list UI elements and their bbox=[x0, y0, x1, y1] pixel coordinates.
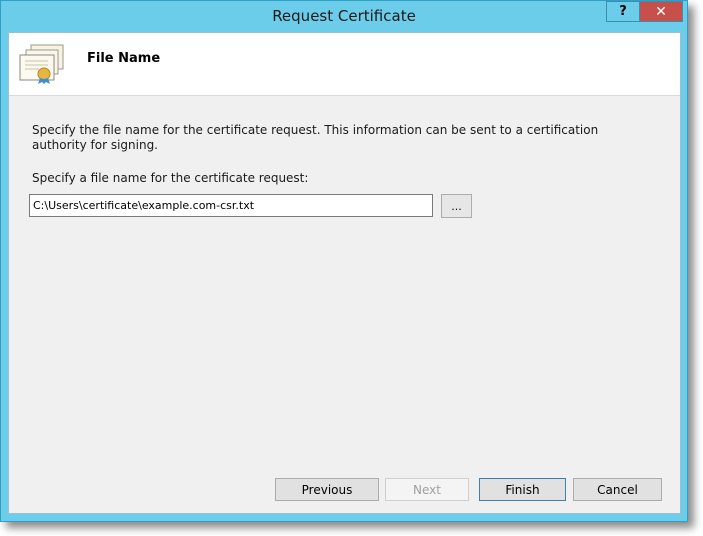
help-button[interactable]: ? bbox=[606, 1, 640, 22]
cancel-button[interactable]: Cancel bbox=[573, 478, 662, 501]
certificate-icon bbox=[19, 44, 64, 84]
finish-button[interactable]: Finish bbox=[479, 478, 566, 501]
close-button[interactable]: ✕ bbox=[639, 1, 683, 22]
close-icon: ✕ bbox=[655, 3, 667, 20]
file-name-label: Specify a file name for the certificate … bbox=[32, 171, 309, 185]
file-name-input[interactable] bbox=[29, 194, 433, 217]
page-title: File Name bbox=[87, 51, 161, 66]
description-text: Specify the file name for the certificat… bbox=[32, 123, 599, 152]
window-title: Request Certificate bbox=[272, 7, 416, 25]
next-button[interactable]: Next bbox=[385, 478, 469, 501]
wizard-header: File Name bbox=[9, 33, 680, 96]
title-bar[interactable]: Request Certificate ? ✕ bbox=[1, 1, 687, 31]
previous-button[interactable]: Previous bbox=[275, 478, 379, 501]
dialog-window: Request Certificate ? ✕ File Name Specif… bbox=[0, 0, 688, 522]
browse-button[interactable]: ... bbox=[441, 194, 472, 218]
dialog-content: File Name Specify the file name for the … bbox=[8, 32, 681, 514]
